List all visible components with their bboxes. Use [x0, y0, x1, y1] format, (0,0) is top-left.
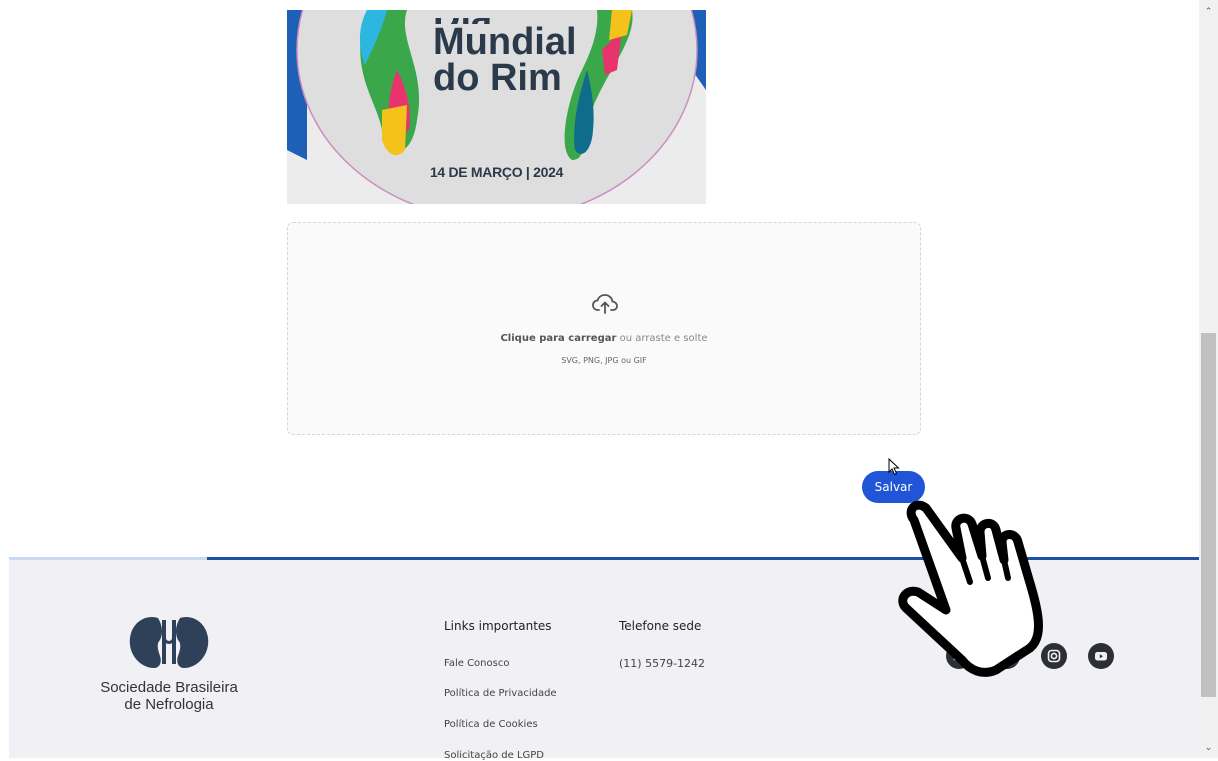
org-name-line-2: de Nefrologia	[124, 696, 214, 713]
footer-link-cookies[interactable]: Política de Cookies	[444, 719, 538, 730]
youtube-icon[interactable]	[1088, 643, 1114, 669]
footer-link-lgpd[interactable]: Solicitação de LGPD	[444, 750, 544, 761]
cloud-upload-icon	[592, 293, 618, 319]
page-scrollbar[interactable]: ⌃ ⌄	[1199, 0, 1218, 758]
links-heading: Links importantes	[444, 619, 552, 633]
banner-date: 14 DE MARÇO | 2024	[429, 164, 564, 180]
file-upload-dropzone[interactable]: Clique para carregar ou arraste e solte …	[287, 222, 921, 435]
kidney-logo-icon	[128, 614, 210, 674]
phone-number: (11) 5579-1242	[619, 657, 706, 670]
scroll-up-arrow-icon[interactable]: ⌃	[1199, 4, 1218, 20]
banner-title-line-3: do Rim	[433, 57, 562, 99]
scroll-down-arrow-icon[interactable]: ⌄	[1199, 740, 1218, 756]
upload-formats-hint: SVG, PNG, JPG ou GIF	[561, 356, 647, 365]
upload-instruction: Clique para carregar ou arraste e solte	[288, 333, 920, 344]
banner-title: Dia Mundial do Rim	[433, 18, 577, 99]
org-name-line-1: Sociedade Brasileira	[100, 679, 238, 696]
footer-link-contact[interactable]: Fale Conosco	[444, 658, 509, 669]
event-banner-image: Dia Mundial do Rim 14 DE MARÇO | 2024	[287, 10, 706, 204]
scrollbar-thumb[interactable]	[1201, 333, 1216, 697]
mouse-cursor-icon	[888, 457, 900, 480]
phone-heading: Telefone sede	[619, 619, 702, 633]
footer-link-privacy[interactable]: Política de Privacidade	[444, 688, 557, 699]
pointing-hand-icon	[892, 498, 1077, 682]
org-name: Sociedade Brasileira de Nefrologia	[69, 679, 269, 713]
upload-drag-text: ou arraste e solte	[616, 333, 708, 344]
upload-click-link[interactable]: Clique para carregar	[500, 333, 616, 344]
